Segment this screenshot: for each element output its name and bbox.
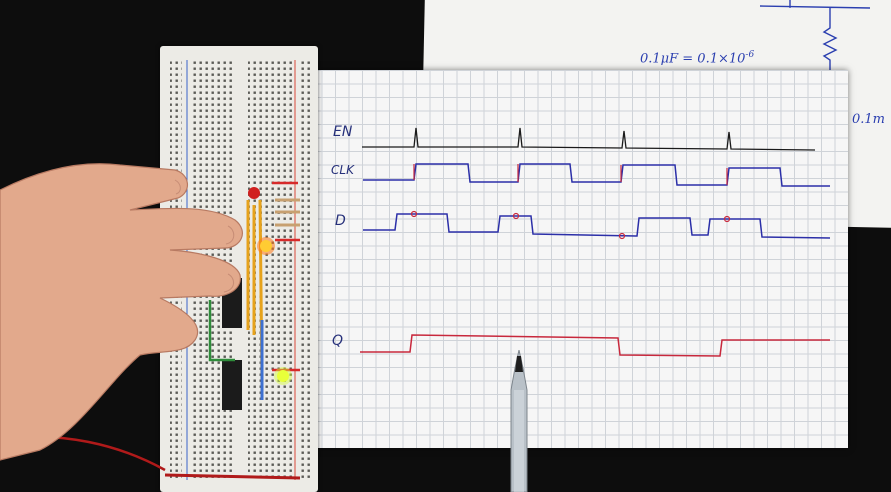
led-bottom <box>277 370 289 382</box>
hand <box>0 163 243 461</box>
photo-scene: 0.1μF = 0.1×10-6 0.1m EN CLK D Q <box>0 0 891 492</box>
led-top <box>260 240 272 252</box>
pen <box>510 350 528 492</box>
